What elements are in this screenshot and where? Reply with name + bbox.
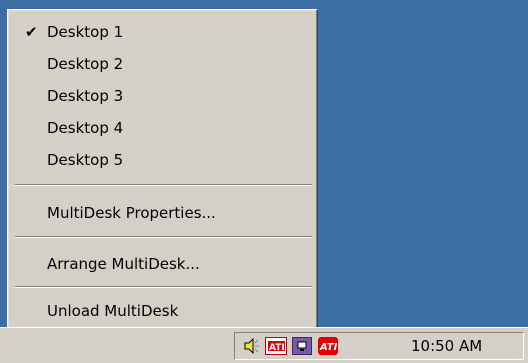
menu-item-arrange-multidesk[interactable]: Arrange MultiDesk... [11,250,314,278]
checkmark-icon: ✔ [25,23,38,41]
menu-item-label: Desktop 2 [47,55,124,73]
menu-separator [15,286,312,288]
menu-item-desktop-1[interactable]: ✔ Desktop 1 [11,18,314,46]
menu-item-label: MultiDesk Properties... [47,204,216,222]
multidesk-context-menu: ✔ Desktop 1 Desktop 2 Desktop 3 Desktop … [7,9,318,329]
ati-logo-icon[interactable]: ATI [318,337,338,355]
menu-item-label: Desktop 1 [47,23,124,41]
menu-item-unload-multidesk[interactable]: Unload MultiDesk [11,297,314,325]
svg-text:ATI: ATI [319,342,338,353]
taskbar-clock[interactable]: 10:50 AM [411,333,482,359]
monitor-icon[interactable] [292,337,312,355]
menu-separator [15,236,312,238]
menu-separator [15,184,312,186]
speaker-icon[interactable] [243,337,261,355]
menu-item-label: Desktop 3 [47,87,124,105]
taskbar: ATI ATI 10:50 AM [0,327,528,363]
menu-item-label: Unload MultiDesk [47,302,179,320]
menu-item-multidesk-properties[interactable]: MultiDesk Properties... [11,199,314,227]
system-tray: ATI ATI 10:50 AM [234,332,524,360]
menu-item-desktop-4[interactable]: Desktop 4 [11,114,314,142]
menu-item-label: Arrange MultiDesk... [47,255,200,273]
menu-item-label: Desktop 4 [47,119,124,137]
menu-item-desktop-3[interactable]: Desktop 3 [11,82,314,110]
menu-item-desktop-5[interactable]: Desktop 5 [11,146,314,174]
menu-item-desktop-2[interactable]: Desktop 2 [11,50,314,78]
svg-text:ATI: ATI [269,343,285,353]
ati-display-icon[interactable]: ATI [265,337,287,355]
menu-item-label: Desktop 5 [47,151,124,169]
